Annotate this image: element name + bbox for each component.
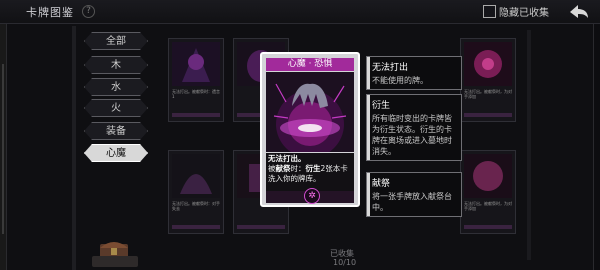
card-tile[interactable]: 无法打出。被献祭时：遗言1 <box>168 38 224 122</box>
card-bar <box>464 225 512 229</box>
card-detail-keyword-derive: 衍生 <box>305 164 321 173</box>
card-bar <box>237 225 285 229</box>
card-art <box>172 154 220 198</box>
filter-water-button[interactable]: 水 <box>84 78 148 96</box>
tooltip-title: 衍生 <box>372 101 391 111</box>
tooltip-body: 将一张手牌放入献祭台中。 <box>372 192 452 212</box>
keyword-tooltip-unplayable: 无法打出 不能使用的牌。 <box>366 56 462 90</box>
card-detail-line1: 无法打出。 <box>268 154 306 163</box>
scrollbar[interactable] <box>527 30 531 260</box>
card-tile[interactable]: 无法打出。被献祭时，为对手添加 <box>460 150 516 234</box>
hide-collected-toggle[interactable]: 隐藏已收集 <box>483 4 549 19</box>
card-bar <box>464 113 512 117</box>
chest-label <box>92 256 138 267</box>
page-title: 卡牌图鉴 <box>26 6 74 19</box>
card-detail-keyword-sacrifice: 献祭 <box>275 164 291 173</box>
card-detail-mid: 时： <box>290 164 306 173</box>
hide-collected-checkbox[interactable] <box>483 5 496 18</box>
card-art <box>464 42 512 86</box>
tooltip-body: 所有临时变出的卡牌皆为衍生状态。衍生的卡牌在离场或进入墓地时消失。 <box>372 114 452 156</box>
card-detail: 心魔 · 恐惧 无法打出。 被献祭时：衍生2张本卡洗入你的牌库。 ✲ <box>260 52 360 207</box>
card-text: 无法打出。被献祭时，为对手添加 <box>464 89 512 99</box>
top-bar: 卡牌图鉴 ? 隐藏已收集 <box>0 0 600 24</box>
card-detail-name: 心魔 · 恐惧 <box>266 58 354 71</box>
back-arrow-icon[interactable] <box>568 3 590 21</box>
card-tile[interactable]: 无法打出。被献祭时，为对手添加 <box>460 38 516 122</box>
tooltip-title: 无法打出 <box>372 63 409 73</box>
card-text: 无法打出。被献祭时：遗言1 <box>172 89 220 99</box>
filter-equipment-button[interactable]: 装备 <box>84 122 148 140</box>
filter-all-button[interactable]: 全部 <box>84 32 148 50</box>
filter-fire-button[interactable]: 火 <box>84 99 148 117</box>
card-detail-pre: 被 <box>268 164 276 173</box>
keyword-tooltip-sacrifice: 献祭 将一张手牌放入献祭台中。 <box>366 172 462 217</box>
card-detail-text: 无法打出。 被献祭时：衍生2张本卡洗入你的牌库。 <box>266 153 354 191</box>
hide-collected-label: 隐藏已收集 <box>499 8 549 19</box>
keyword-tooltip-derive: 衍生 所有临时变出的卡牌皆为衍生状态。衍生的卡牌在离场或进入墓地时消失。 <box>366 94 462 161</box>
tooltip-body: 不能使用的牌。 <box>372 76 428 85</box>
help-icon[interactable]: ? <box>82 5 95 18</box>
filter-heart-demon-button[interactable]: 心魔 <box>84 144 148 162</box>
card-art <box>172 42 220 86</box>
collected-count: 10/10 <box>333 258 357 267</box>
card-art <box>464 154 512 198</box>
card-text: 无法打出。被献祭时：对手失去 <box>172 201 220 211</box>
filter-rail <box>72 26 76 270</box>
card-bar <box>172 113 220 117</box>
card-bar <box>172 225 220 229</box>
card-detail-art <box>266 72 354 152</box>
filter-wood-button[interactable]: 木 <box>84 56 148 74</box>
card-detail-footer: ✲ <box>266 188 354 204</box>
card-text: 无法打出。被献祭时，为对手添加 <box>464 201 512 211</box>
heart-demon-icon: ✲ <box>304 188 320 204</box>
tooltip-title: 献祭 <box>372 179 391 189</box>
filter-column: 全部 木 水 火 装备 心魔 <box>72 26 158 270</box>
card-tile[interactable]: 无法打出。被献祭时：对手失去 <box>168 150 224 234</box>
